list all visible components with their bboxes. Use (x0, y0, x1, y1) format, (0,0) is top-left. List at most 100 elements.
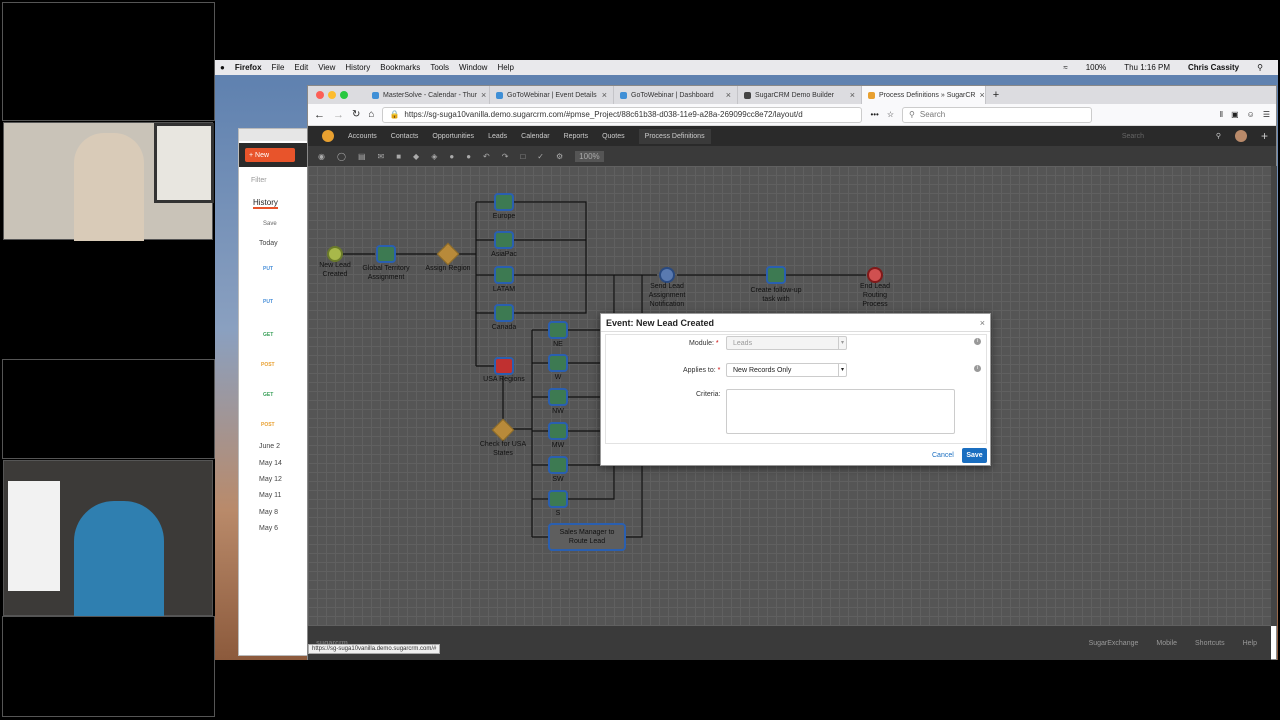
menu-bookmarks[interactable]: Bookmarks (380, 63, 420, 72)
nav-reports[interactable]: Reports (564, 133, 589, 140)
footer-shortcuts[interactable]: Shortcuts (1195, 640, 1225, 647)
zoom-select[interactable]: 100% (575, 150, 604, 162)
forward-icon[interactable]: → (333, 109, 344, 121)
url-bar[interactable]: 🔒 https://sg-suga10vanilla.demo.sugarcrm.… (382, 106, 863, 123)
library-icon[interactable]: ‖ (1220, 110, 1223, 119)
menu-help[interactable]: Help (497, 63, 513, 72)
task-europe[interactable] (494, 193, 514, 211)
method-5[interactable]: POST (261, 422, 275, 428)
wifi-icon[interactable]: ≈ (1063, 63, 1067, 72)
module-info-icon[interactable]: i (974, 338, 981, 345)
back-icon[interactable]: ← (314, 109, 325, 121)
date-0[interactable]: June 2 (259, 443, 280, 450)
global-search-input[interactable]: Search (1122, 133, 1202, 140)
task-nw[interactable] (548, 388, 568, 406)
date-3[interactable]: May 11 (259, 492, 281, 499)
reload-icon[interactable]: ↻ (352, 109, 360, 120)
menu-window[interactable]: Window (459, 63, 487, 72)
user-name[interactable]: Chris Cassity (1188, 63, 1239, 72)
task-canada[interactable] (494, 304, 514, 322)
method-2[interactable]: GET (263, 332, 273, 338)
nav-quotes[interactable]: Quotes (602, 133, 625, 140)
save-button[interactable]: Save (962, 448, 987, 463)
clock[interactable]: Thu 1:16 PM (1124, 63, 1170, 72)
avatar[interactable] (1234, 130, 1247, 142)
criteria-field[interactable] (726, 389, 955, 434)
home-icon[interactable]: ⌂ (368, 109, 374, 120)
minimize-window-icon[interactable] (328, 91, 336, 99)
menu-tools[interactable]: Tools (430, 63, 449, 72)
page-actions-icon[interactable]: ••• (870, 110, 878, 119)
end-event-icon[interactable] (867, 267, 883, 283)
menu-icon[interactable]: ☰ (1263, 110, 1270, 119)
tab-process-definitions[interactable]: Process Definitions » SugarCR × (862, 86, 986, 104)
filter-input[interactable]: Filter (251, 177, 267, 184)
method-4[interactable]: GET (263, 392, 273, 398)
task-sw[interactable] (548, 456, 568, 474)
footer-help[interactable]: Help (1243, 640, 1257, 647)
zoom-window-icon[interactable] (340, 91, 348, 99)
task-follow-up[interactable] (766, 266, 786, 284)
task-usa-regions[interactable] (494, 357, 514, 375)
task-asiapac[interactable] (494, 231, 514, 249)
task-ne[interactable] (548, 321, 568, 339)
method-3[interactable]: POST (261, 362, 275, 368)
close-window-icon[interactable] (316, 91, 324, 99)
tab-webinar-event[interactable]: GoToWebinar | Event Details × (490, 86, 614, 104)
close-tab-icon[interactable]: × (602, 90, 607, 100)
tab-demo-builder[interactable]: SugarCRM Demo Builder × (738, 86, 862, 104)
terminate-tool-icon[interactable]: ● (449, 152, 454, 161)
validate-icon[interactable]: ✓ (537, 152, 544, 161)
nav-process-definitions[interactable]: Process Definitions (638, 128, 711, 144)
end-event-tool-icon[interactable]: ✉ (378, 152, 385, 161)
date-1[interactable]: May 14 (259, 460, 282, 467)
send-notification-icon[interactable] (659, 267, 675, 283)
task-w[interactable] (548, 354, 568, 372)
close-tab-icon[interactable]: × (850, 90, 855, 100)
date-2[interactable]: May 12 (259, 476, 282, 483)
menu-history[interactable]: History (345, 63, 370, 72)
close-tab-icon[interactable]: × (980, 90, 985, 100)
account-icon[interactable]: ☺ (1247, 110, 1255, 119)
start-event-tool-icon[interactable]: ◯ (337, 152, 346, 161)
new-tab-button[interactable]: + (986, 86, 1006, 104)
close-tab-icon[interactable]: × (726, 90, 731, 100)
menu-file[interactable]: File (272, 63, 285, 72)
task-s[interactable] (548, 490, 568, 508)
canvas-scrollbar[interactable] (1271, 166, 1277, 626)
nav-calendar[interactable]: Calendar (521, 133, 549, 140)
start-event-icon[interactable] (327, 246, 343, 262)
redo-icon[interactable]: ↷ (502, 152, 509, 161)
new-button[interactable]: + New (245, 148, 295, 162)
quick-create-icon[interactable]: + (1261, 129, 1276, 143)
history-tab[interactable]: History (253, 198, 278, 209)
activity-tool-icon[interactable]: ■ (396, 152, 401, 161)
applies-to-select[interactable]: New Records Only ▾ (726, 363, 847, 377)
comment-tool-icon[interactable]: ● (466, 152, 471, 161)
bookmark-star-icon[interactable]: ☆ (887, 110, 894, 119)
date-4[interactable]: May 8 (259, 509, 278, 516)
pointer-tool-icon[interactable]: ◉ (318, 152, 325, 161)
sugar-logo-icon[interactable] (322, 130, 334, 142)
nav-accounts[interactable]: Accounts (348, 133, 377, 140)
cancel-button[interactable]: Cancel (932, 452, 954, 459)
task-mw[interactable] (548, 422, 568, 440)
sidebar-icon[interactable]: ▣ (1231, 110, 1239, 119)
method-0[interactable]: PUT (263, 266, 273, 272)
today-group[interactable]: Today (259, 240, 278, 247)
tab-webinar-dashboard[interactable]: GoToWebinar | Dashboard × (614, 86, 738, 104)
nav-leads[interactable]: Leads (488, 133, 507, 140)
save-toggle[interactable]: Save (263, 221, 277, 227)
task-latam[interactable] (494, 266, 514, 284)
task-global-territory[interactable] (376, 245, 396, 263)
battery-level[interactable]: 100% (1086, 63, 1106, 72)
tab-mastersolve[interactable]: MasterSolve - Calendar - Thur × (366, 86, 490, 104)
spotlight-icon[interactable]: ⚲ (1257, 63, 1263, 72)
menu-view[interactable]: View (318, 63, 335, 72)
search-icon[interactable]: ⚲ (1216, 132, 1221, 140)
browser-search-input[interactable]: ⚲ Search (902, 106, 1093, 123)
footer-mobile[interactable]: Mobile (1156, 640, 1177, 647)
footer-sugarexchange[interactable]: SugarExchange (1089, 640, 1139, 647)
close-tab-icon[interactable]: × (481, 90, 486, 100)
menu-app-name[interactable]: Firefox (235, 63, 262, 72)
